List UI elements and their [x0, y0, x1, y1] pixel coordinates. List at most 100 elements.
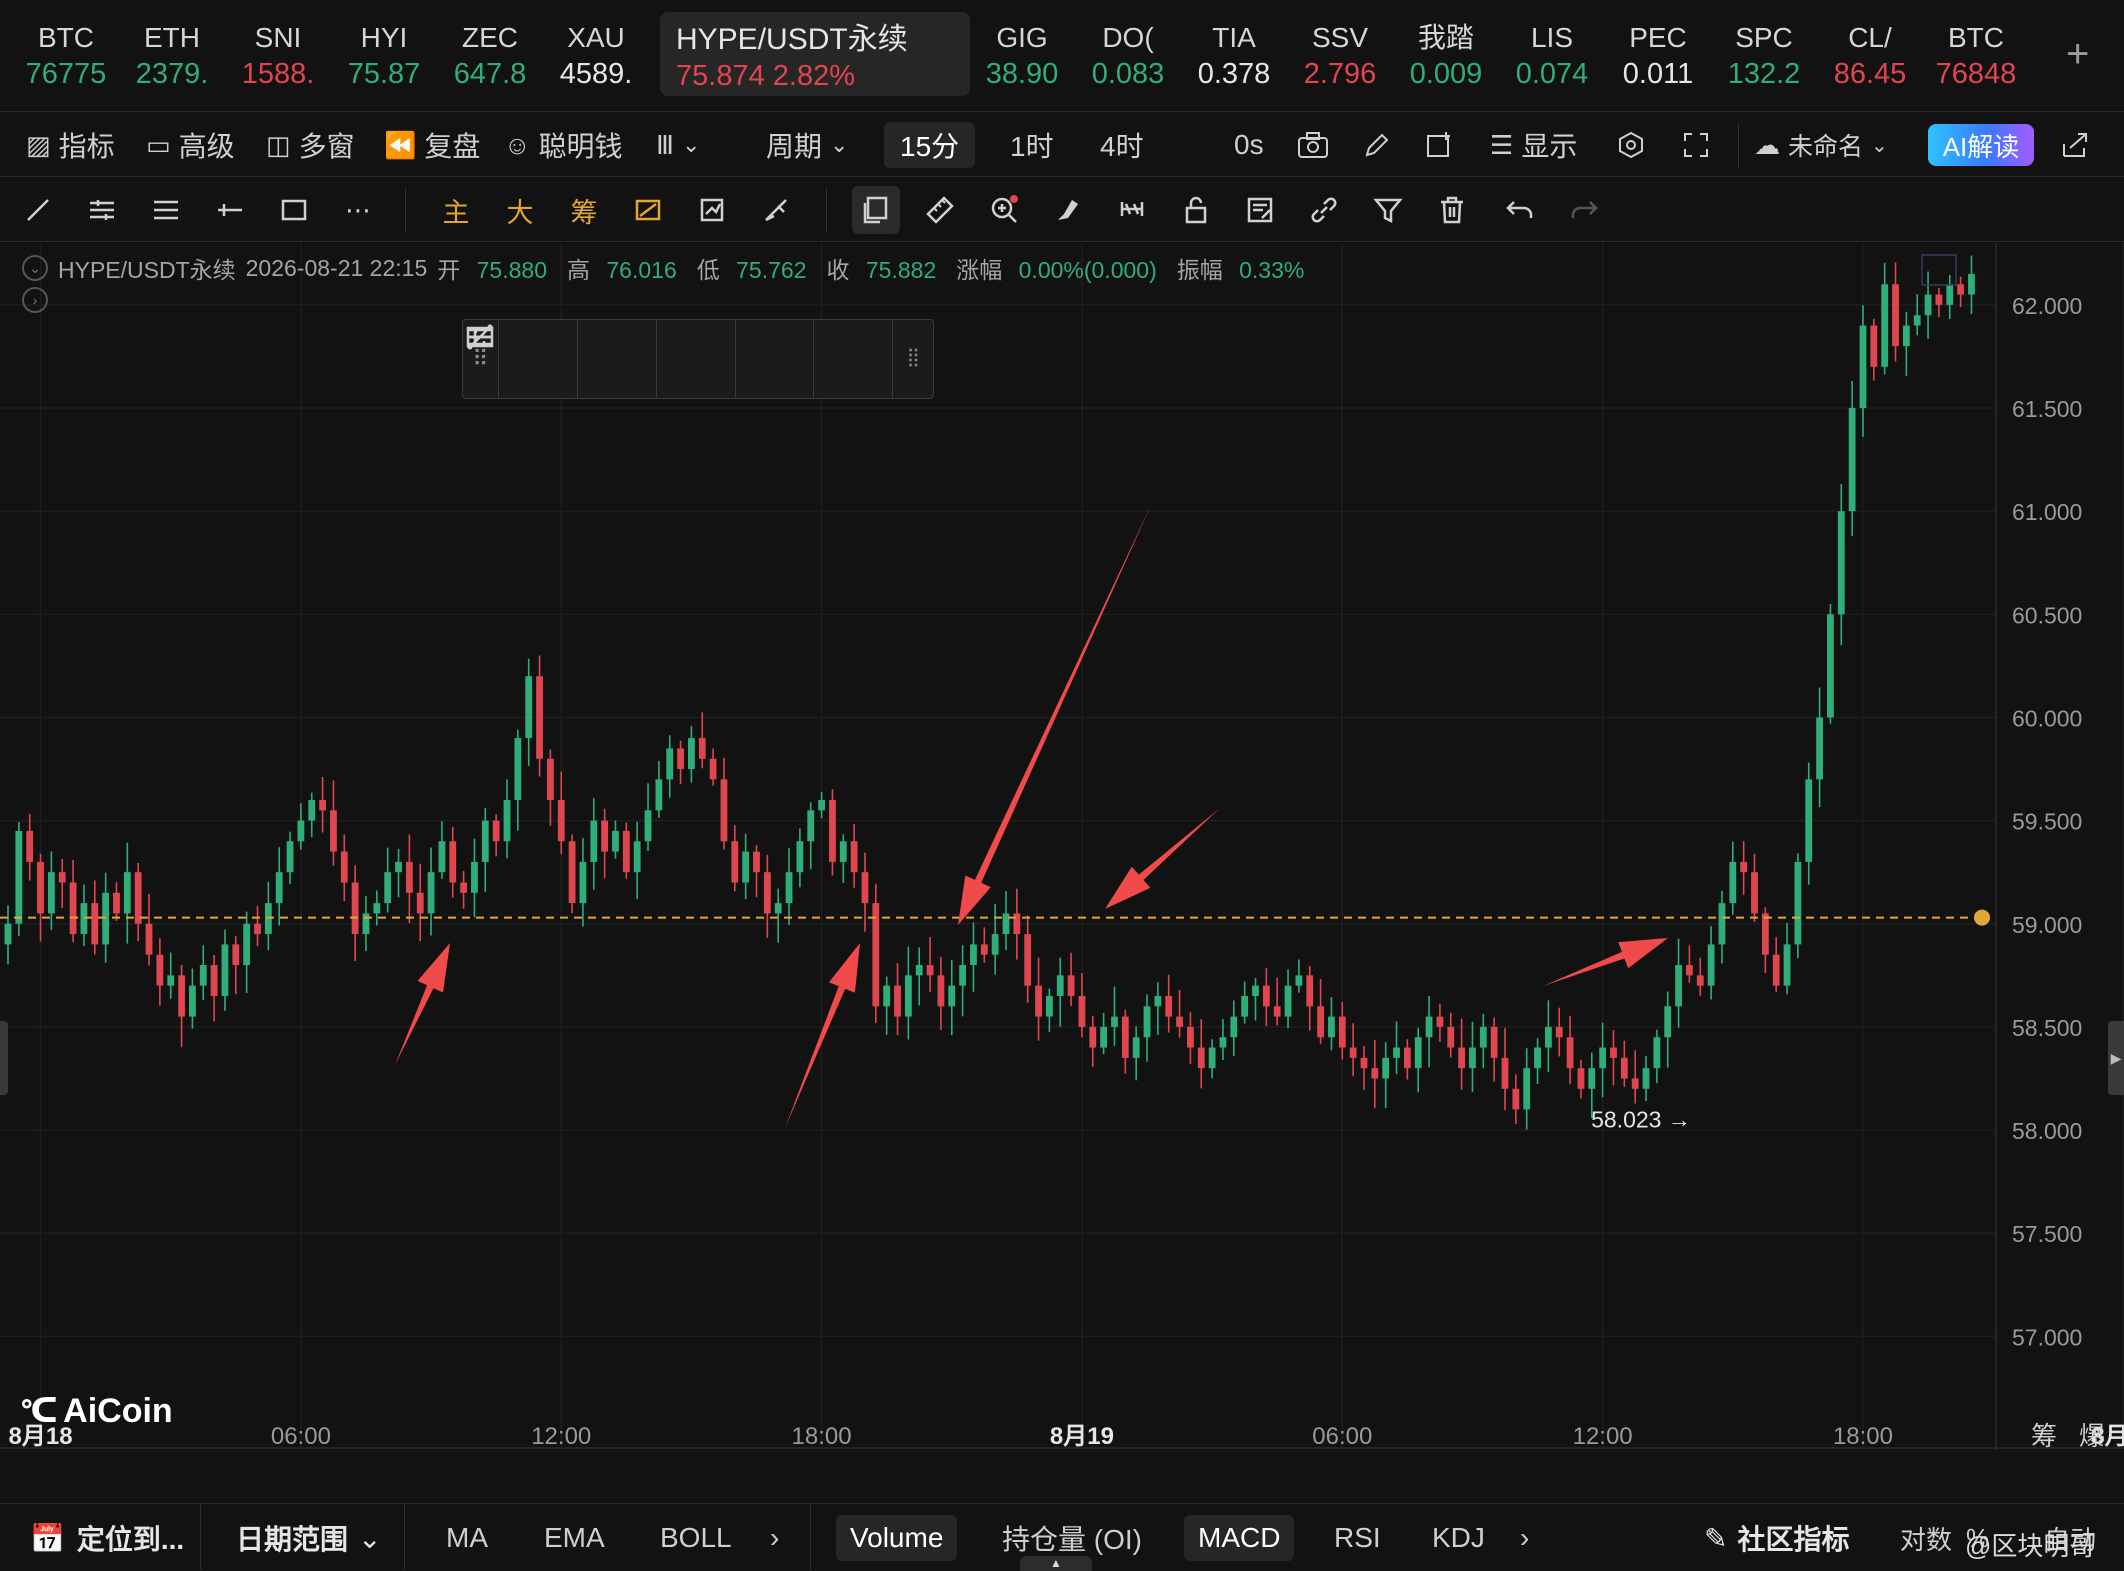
ohlc-info-bar: ⌄ HYPE/USDT永续 2026-08-21 22:15 开 75.880 … [22, 251, 1324, 285]
y-axis-label: 58.000 [2012, 1118, 2082, 1144]
trend-line-icon[interactable] [18, 190, 58, 230]
ticker-item[interactable]: ZEC 647.8 [444, 20, 536, 100]
candle-body [1187, 1026, 1194, 1048]
fullscreen-icon[interactable] [1682, 127, 1710, 163]
add-panel-icon[interactable] [1424, 127, 1454, 163]
liquidation-map-icon[interactable] [628, 190, 668, 230]
left-panel-toggle[interactable] [0, 1021, 8, 1095]
ticker-item[interactable]: HYI 75.87 [338, 20, 430, 100]
trash-icon[interactable] [1432, 190, 1472, 230]
edit-icon[interactable] [1362, 127, 1392, 163]
measure-icon[interactable] [756, 190, 796, 230]
ticker-item[interactable]: BTC 76848 [1930, 20, 2022, 100]
advanced-button[interactable]: ▭ 高级 [146, 127, 235, 163]
candle-body [449, 841, 457, 883]
add-ticker-icon[interactable]: + [2066, 32, 2089, 77]
display-button[interactable]: ☰ 显示 [1490, 127, 1577, 163]
ticker-item[interactable]: ETH 2379. [126, 20, 218, 100]
brush-icon[interactable] [1048, 190, 1088, 230]
zoom-in-icon[interactable] [984, 190, 1024, 230]
indicator-volume[interactable]: Volume [836, 1515, 958, 1561]
indicator-kdj[interactable]: KDJ [1432, 1518, 1485, 1558]
period-dropdown[interactable]: 周期 ⌄ [766, 127, 848, 163]
timeframe-15m[interactable]: 15分 [884, 122, 976, 168]
layout-dropdown[interactable]: ☁ 未命名 ⌄ [1754, 127, 1888, 163]
chips-button[interactable]: 筹 [564, 190, 604, 230]
right-panel-toggle[interactable]: ▶ [2108, 1021, 2124, 1095]
camera-icon[interactable] [1296, 127, 1330, 163]
ruler-icon[interactable] [920, 190, 960, 230]
indicator-boll[interactable]: BOLL [660, 1518, 732, 1558]
ticker-item[interactable]: XAU 4589. [550, 20, 642, 100]
horizontal-lines-icon[interactable] [467, 320, 736, 398]
horizontal-ray-icon[interactable] [467, 320, 815, 398]
ticker-item[interactable]: TIA 0.378 [1188, 20, 1280, 100]
ticker-item[interactable]: DO(0.083 [1082, 20, 1174, 100]
community-indicators-button[interactable]: ✎ 社区指标 [1704, 1518, 1849, 1558]
indicators-button[interactable]: ▨ 指标 [26, 127, 115, 163]
log-scale-toggle[interactable]: 对数 [1900, 1518, 1952, 1558]
ticker-item[interactable]: CL/86.45 [1824, 20, 1916, 100]
indicator-ema[interactable]: EMA [544, 1518, 605, 1558]
price-chart[interactable]: 62.000 61.500 61.000 60.500 60.000 59.500 59.0… [0, 243, 2124, 1450]
panel-resize-handle[interactable]: ▲ [1020, 1556, 1092, 1571]
multi-window-button[interactable]: ◫ 多窗 [266, 127, 355, 163]
collapse-icon[interactable]: ⌄ [22, 255, 48, 281]
undo-icon[interactable] [1500, 190, 1540, 230]
ticker-item[interactable]: 我踏 0.009 [1400, 20, 1492, 100]
share-icon[interactable] [2060, 127, 2090, 163]
ticker-item-active[interactable]: HYPE/USDT永续 75.874 2.82% [660, 12, 970, 96]
ohlc-symbol: HYPE/USDT永续 [58, 257, 236, 283]
ticker-item[interactable]: SSV 2.796 [1294, 20, 1386, 100]
indicator-open-interest[interactable]: 持仓量 (OI) [1002, 1518, 1142, 1558]
ticker-item[interactable]: SPC 132.2 [1718, 20, 1810, 100]
more-icon[interactable]: ⋯ [338, 190, 378, 230]
candle-body [69, 882, 77, 935]
locate-button[interactable]: 📅 定位到... [30, 1518, 184, 1558]
settings-grip-icon[interactable]: ⦙⦙ [893, 320, 932, 398]
parallel-channel-icon[interactable] [82, 190, 122, 230]
settings-icon[interactable] [1616, 127, 1646, 163]
link-icon[interactable] [1304, 190, 1344, 230]
redo-icon[interactable] [1564, 190, 1604, 230]
ticker-item[interactable]: LIS 0.074 [1506, 20, 1598, 100]
date-range-dropdown[interactable]: 日期范围 ⌄ [236, 1518, 381, 1558]
chevron-right-icon[interactable]: › [1520, 1518, 1529, 1558]
candle-body [1100, 1026, 1108, 1048]
rectangle-icon[interactable] [466, 320, 894, 398]
parallel-channel-icon[interactable] [467, 320, 657, 398]
indicator-rsi[interactable]: RSI [1334, 1518, 1381, 1558]
compare-icon[interactable] [692, 190, 732, 230]
trend-line-icon[interactable] [467, 320, 578, 398]
copy-drawing-icon[interactable] [852, 186, 900, 234]
expand-icon[interactable]: › [22, 287, 48, 313]
indicator-ma[interactable]: MA [446, 1518, 488, 1558]
rectangle-icon[interactable] [274, 190, 314, 230]
timeframe-4h[interactable]: 4时 [1100, 127, 1144, 163]
list-icon: ☰ [1490, 129, 1514, 160]
lock-icon[interactable] [1176, 190, 1216, 230]
candle-body [1740, 861, 1748, 873]
ticker-item[interactable]: PEC 0.011 [1612, 20, 1704, 100]
chevron-right-icon[interactable]: › [770, 1518, 779, 1558]
main-force-button[interactable]: 主 [436, 190, 476, 230]
indicator-macd[interactable]: MACD [1184, 1515, 1295, 1561]
magnet-icon[interactable] [1112, 190, 1152, 230]
candle-body [1295, 975, 1303, 986]
chart-type-dropdown[interactable]: Ⅲ ⌄ [656, 127, 700, 163]
big-order-button[interactable]: 大 [500, 190, 540, 230]
candle-body [1675, 965, 1682, 1007]
ohlc-high: 高 76.016 [567, 257, 677, 283]
ticker-item[interactable]: SNI 1588. [232, 20, 324, 100]
timeframe-1h[interactable]: 1时 [1010, 127, 1054, 163]
replay-button[interactable]: ⏪ 复盘 [384, 127, 480, 163]
smart-money-button[interactable]: ☺ 聪明钱 [504, 127, 623, 163]
ticker-item[interactable]: GIG 38.90 [976, 20, 1068, 100]
candlestick-chart[interactable]: 62.000 61.500 61.000 60.500 60.000 59.500 59.0… [0, 243, 2124, 1450]
ai-analysis-button[interactable]: AI解读 [1928, 124, 2034, 166]
ticker-item[interactable]: BTC 76775 [20, 20, 112, 100]
horizontal-ray-icon[interactable] [210, 190, 250, 230]
filter-icon[interactable] [1368, 190, 1408, 230]
horizontal-lines-icon[interactable] [146, 190, 186, 230]
template-icon[interactable] [1240, 190, 1280, 230]
